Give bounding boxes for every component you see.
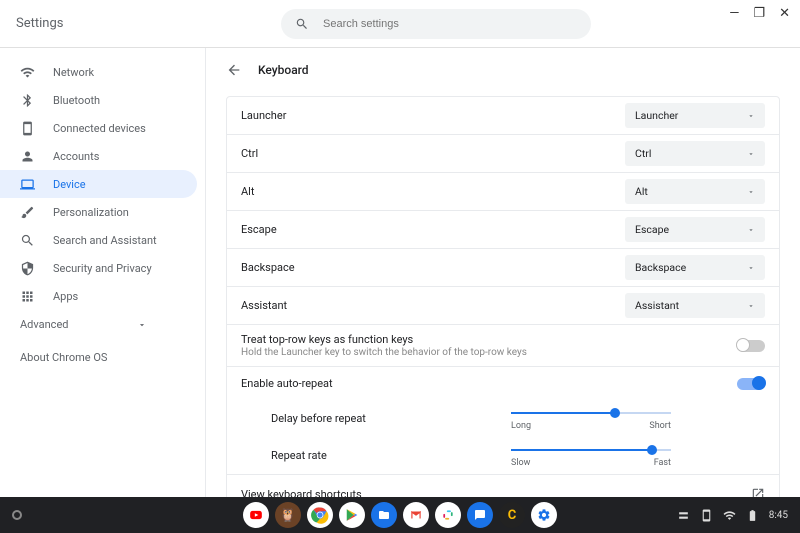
phone-icon (20, 121, 35, 136)
sidebar-item-device[interactable]: Device (0, 170, 197, 198)
app-slack[interactable] (435, 502, 461, 528)
tray-overview-icon[interactable] (677, 509, 690, 522)
sidebar-item-network[interactable]: Network (0, 58, 197, 86)
chevron-down-icon (747, 302, 755, 310)
keymap-row-ctrl: Ctrl Ctrl (227, 135, 779, 173)
app-play-store[interactable] (339, 502, 365, 528)
header: Settings (0, 0, 800, 48)
app-gmail[interactable] (403, 502, 429, 528)
app-youtube[interactable] (243, 502, 269, 528)
function-keys-toggle[interactable] (737, 340, 765, 352)
search-box[interactable] (281, 9, 591, 39)
keymap-row-backspace: Backspace Backspace (227, 249, 779, 287)
backspace-dropdown[interactable]: Backspace (625, 255, 765, 280)
sidebar-item-label: Network (53, 66, 94, 79)
tray-battery-icon[interactable] (746, 509, 759, 522)
keymap-row-assistant: Assistant Assistant (227, 287, 779, 325)
person-icon (20, 149, 35, 164)
sidebar-item-personalization[interactable]: Personalization (0, 198, 197, 226)
app-icon[interactable]: 🦉 (275, 502, 301, 528)
window-close[interactable]: ✕ (779, 6, 790, 21)
auto-repeat-title: Enable auto-repeat (241, 377, 333, 390)
sidebar-item-label: Bluetooth (53, 94, 100, 107)
window-maximize[interactable]: ❐ (753, 6, 765, 21)
chevron-down-icon (747, 150, 755, 158)
app-chrome[interactable] (307, 502, 333, 528)
tray-clock[interactable]: 8:45 (769, 510, 788, 521)
chevron-down-icon (747, 226, 755, 234)
app-title: Settings (16, 16, 236, 31)
sidebar-item-security[interactable]: Security and Privacy (0, 254, 197, 282)
function-keys-row: Treat top-row keys as function keys Hold… (227, 325, 779, 367)
advanced-label: Advanced (20, 318, 68, 331)
app-settings[interactable] (531, 502, 557, 528)
sidebar-item-label: Accounts (53, 150, 99, 163)
keymap-label: Backspace (241, 261, 295, 274)
auto-repeat-toggle[interactable] (737, 378, 765, 390)
ctrl-dropdown[interactable]: Ctrl (625, 141, 765, 166)
wifi-icon (20, 65, 35, 80)
advanced-toggle[interactable]: Advanced (0, 310, 197, 339)
sidebar-item-search-assistant[interactable]: Search and Assistant (0, 226, 197, 254)
app-files[interactable] (371, 502, 397, 528)
sidebar-item-label: Personalization (53, 206, 129, 219)
assistant-dropdown[interactable]: Assistant (625, 293, 765, 318)
page-title: Keyboard (258, 63, 309, 77)
app-messages[interactable] (467, 502, 493, 528)
sidebar-item-apps[interactable]: Apps (0, 282, 197, 310)
shortcuts-link[interactable]: View keyboard shortcuts (227, 475, 779, 497)
laptop-icon (20, 177, 35, 192)
search-icon (20, 233, 35, 248)
chevron-down-icon (747, 112, 755, 120)
external-link-icon (751, 487, 765, 497)
keymap-row-alt: Alt Alt (227, 173, 779, 211)
shield-icon (20, 261, 35, 276)
keymap-label: Assistant (241, 299, 287, 312)
back-arrow-icon[interactable] (226, 62, 242, 78)
function-keys-title: Treat top-row keys as function keys (241, 333, 527, 346)
keymap-label: Alt (241, 185, 254, 198)
function-keys-sub: Hold the Launcher key to switch the beha… (241, 347, 527, 358)
rate-label: Repeat rate (271, 449, 511, 462)
alt-dropdown[interactable]: Alt (625, 179, 765, 204)
about-link[interactable]: About Chrome OS (0, 339, 197, 376)
tray-phone-icon[interactable] (700, 509, 713, 522)
launcher-dropdown[interactable]: Launcher (625, 103, 765, 128)
sidebar-item-label: Device (53, 178, 86, 191)
bluetooth-icon (20, 93, 35, 108)
brush-icon (20, 205, 35, 220)
sidebar: Network Bluetooth Connected devices Acco… (0, 48, 205, 497)
keymap-row-launcher: Launcher Launcher (227, 97, 779, 135)
tray-wifi-icon[interactable] (723, 509, 736, 522)
rate-slider[interactable] (511, 443, 671, 457)
search-input[interactable] (323, 18, 577, 30)
app-icon[interactable]: C (499, 502, 525, 528)
apps-icon (20, 289, 35, 304)
keymap-label: Escape (241, 223, 277, 236)
sidebar-item-accounts[interactable]: Accounts (0, 142, 197, 170)
keymap-label: Ctrl (241, 147, 258, 160)
keymap-label: Launcher (241, 109, 286, 122)
sidebar-item-bluetooth[interactable]: Bluetooth (0, 86, 197, 114)
escape-dropdown[interactable]: Escape (625, 217, 765, 242)
chevron-down-icon (747, 188, 755, 196)
search-icon (295, 17, 309, 31)
sidebar-item-connected-devices[interactable]: Connected devices (0, 114, 197, 142)
shortcuts-label: View keyboard shortcuts (241, 488, 362, 498)
delay-label: Delay before repeat (271, 412, 511, 425)
window-minimize[interactable]: — (729, 6, 739, 21)
sidebar-item-label: Security and Privacy (53, 262, 152, 275)
launcher-button[interactable] (12, 510, 22, 520)
shelf: 🦉 C 8:45 (0, 497, 800, 533)
sidebar-item-label: Connected devices (53, 122, 146, 135)
chevron-down-icon (137, 320, 147, 330)
sidebar-item-label: Apps (53, 290, 78, 303)
chevron-down-icon (747, 264, 755, 272)
main-panel: Keyboard Launcher Launcher Ctrl Ctrl Alt… (205, 48, 800, 497)
sidebar-item-label: Search and Assistant (53, 234, 157, 247)
delay-slider[interactable] (511, 406, 671, 420)
keymap-row-escape: Escape Escape (227, 211, 779, 249)
